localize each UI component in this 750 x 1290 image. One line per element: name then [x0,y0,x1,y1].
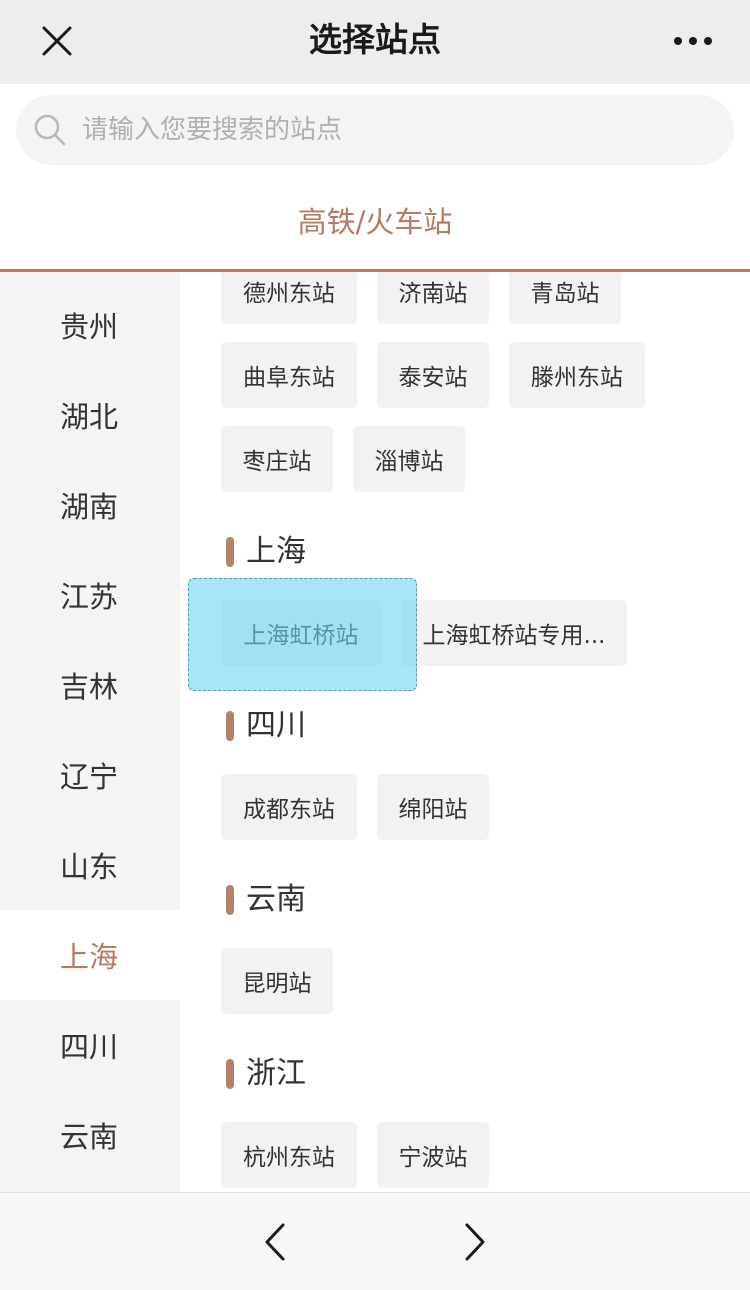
more-icon [674,37,712,45]
bottom-toolbar [0,1192,750,1290]
sidebar-item-hubei[interactable]: 湖北 [0,370,180,460]
section-header-shanghai: 上海 [226,532,306,572]
station-chip[interactable]: 成都东站 [221,774,357,840]
sidebar-item-shandong[interactable]: 山东 [0,820,180,910]
search-bar [16,95,734,165]
sidebar-item-shanghai[interactable]: 上海 [0,910,180,1000]
chevron-left-icon [265,1223,285,1261]
section-title: 四川 [246,708,306,743]
section-marker [226,537,234,567]
station-chip[interactable]: 绵阳站 [377,774,489,840]
forward-button[interactable] [450,1215,500,1269]
station-chip[interactable]: 淄博站 [353,426,465,492]
search-input[interactable] [82,95,702,165]
section-marker [226,711,234,741]
station-chip[interactable]: 青岛站 [509,272,621,324]
section-header-yunnan: 云南 [226,880,306,920]
station-type-tabs: 高铁/火车站 [0,172,750,272]
search-icon [34,114,66,146]
section-marker [226,1059,234,1089]
station-chip-shanghai-hongqiao[interactable]: 上海虹桥站 [221,600,381,666]
station-list: 德州东站 济南站 青岛站 曲阜东站 泰安站 滕州东站 枣庄站 淄博站 上海 上海… [180,272,750,1192]
sidebar-item-liaoning[interactable]: 辽宁 [0,730,180,820]
back-button[interactable] [250,1215,300,1269]
page-title: 选择站点 [309,20,441,59]
station-chip[interactable]: 宁波站 [377,1122,489,1188]
more-button[interactable] [668,24,718,58]
sidebar-item-jilin[interactable]: 吉林 [0,640,180,730]
station-chip[interactable]: 滕州东站 [509,342,645,408]
station-chip[interactable]: 泰安站 [377,342,489,408]
tab-high-speed-rail[interactable]: 高铁/火车站 [0,202,750,242]
close-icon [42,26,72,56]
station-chip[interactable]: 上海虹桥站专用... [401,600,627,666]
sidebar-item-guizhou[interactable]: 贵州 [0,280,180,370]
sidebar-item-sichuan[interactable]: 四川 [0,1000,180,1090]
station-chip[interactable]: 昆明站 [221,948,333,1014]
sidebar-item-yunnan[interactable]: 云南 [0,1090,180,1180]
section-title: 云南 [246,882,306,917]
station-chip[interactable]: 德州东站 [221,272,357,324]
station-chip[interactable]: 济南站 [377,272,489,324]
section-marker [226,885,234,915]
close-button[interactable] [36,20,78,62]
sidebar-item-jiangsu[interactable]: 江苏 [0,550,180,640]
section-header-sichuan: 四川 [226,706,306,746]
section-title: 上海 [246,534,306,569]
navigation-bar: 选择站点 [0,0,750,84]
sidebar-item-hunan[interactable]: 湖南 [0,460,180,550]
station-chip[interactable]: 曲阜东站 [221,342,357,408]
station-chip[interactable]: 枣庄站 [221,426,333,492]
section-header-zhejiang: 浙江 [226,1054,306,1094]
chevron-right-icon [465,1223,485,1261]
province-sidebar: 贵州 湖北 湖南 江苏 吉林 辽宁 山东 上海 四川 云南 [0,272,180,1192]
station-chip[interactable]: 杭州东站 [221,1122,357,1188]
section-title: 浙江 [246,1056,306,1091]
